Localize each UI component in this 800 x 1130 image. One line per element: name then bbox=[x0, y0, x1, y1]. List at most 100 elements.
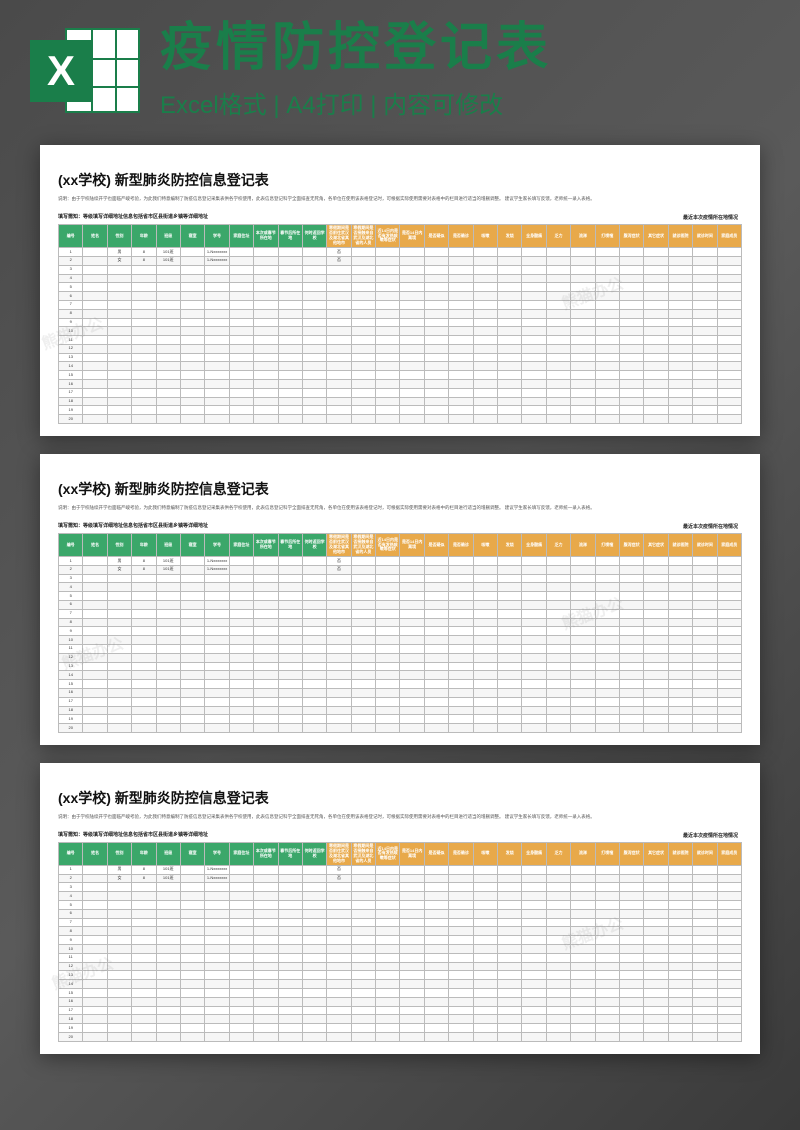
table-cell bbox=[424, 962, 448, 971]
table-cell bbox=[546, 874, 570, 883]
table-header: 是否疑似 bbox=[424, 224, 448, 247]
table-cell bbox=[132, 371, 156, 380]
table-cell bbox=[424, 248, 448, 257]
table-row: 20 bbox=[59, 1033, 742, 1042]
table-cell bbox=[107, 715, 131, 724]
table-cell bbox=[254, 724, 278, 733]
table-cell bbox=[156, 953, 180, 962]
table-cell bbox=[473, 557, 497, 566]
table-cell bbox=[449, 397, 473, 406]
table-row: 7 bbox=[59, 300, 742, 309]
table-cell bbox=[595, 344, 619, 353]
table-cell bbox=[327, 980, 351, 989]
table-header: 是否确诊 bbox=[449, 224, 473, 247]
table-row: 9 bbox=[59, 318, 742, 327]
table-cell bbox=[302, 283, 326, 292]
table-cell bbox=[717, 971, 741, 980]
table-cell bbox=[619, 309, 643, 318]
table-cell bbox=[254, 945, 278, 954]
table-cell bbox=[546, 1015, 570, 1024]
table-cell bbox=[571, 715, 595, 724]
table-cell: 101班 bbox=[156, 565, 180, 574]
table-cell bbox=[156, 388, 180, 397]
table-cell: 7 bbox=[59, 300, 83, 309]
table-cell bbox=[107, 600, 131, 609]
table-cell bbox=[400, 724, 424, 733]
table-cell bbox=[132, 327, 156, 336]
table-cell bbox=[400, 583, 424, 592]
table-cell bbox=[180, 644, 204, 653]
table-cell bbox=[278, 618, 302, 627]
table-cell bbox=[132, 1024, 156, 1033]
table-header: 家庭住址 bbox=[229, 533, 253, 556]
table-cell bbox=[522, 380, 546, 389]
table-cell bbox=[229, 680, 253, 689]
table-cell bbox=[693, 592, 717, 601]
table-cell bbox=[449, 627, 473, 636]
table-cell bbox=[107, 574, 131, 583]
table-cell bbox=[473, 909, 497, 918]
table-cell bbox=[668, 265, 692, 274]
table-cell bbox=[229, 274, 253, 283]
table-header: 学号 bbox=[205, 842, 229, 865]
table-cell bbox=[693, 1006, 717, 1015]
table-cell bbox=[449, 989, 473, 998]
table-cell bbox=[180, 909, 204, 918]
table-cell bbox=[473, 945, 497, 954]
table-cell bbox=[132, 309, 156, 318]
table-row: 6 bbox=[59, 292, 742, 301]
table-cell bbox=[546, 256, 570, 265]
table-cell bbox=[400, 1006, 424, 1015]
table-cell bbox=[717, 715, 741, 724]
table-cell bbox=[376, 309, 400, 318]
table-cell bbox=[571, 388, 595, 397]
table-cell bbox=[668, 636, 692, 645]
table-header: 全身酸痛 bbox=[522, 533, 546, 556]
table-cell bbox=[107, 909, 131, 918]
table-cell bbox=[327, 1015, 351, 1024]
table-row: 7 bbox=[59, 918, 742, 927]
table-cell bbox=[278, 353, 302, 362]
table-cell bbox=[83, 865, 107, 874]
table-cell: 101班 bbox=[156, 557, 180, 566]
table-cell bbox=[376, 256, 400, 265]
table-cell bbox=[546, 592, 570, 601]
table-cell bbox=[668, 680, 692, 689]
table-cell bbox=[619, 248, 643, 257]
table-cell bbox=[400, 256, 424, 265]
table-cell bbox=[546, 962, 570, 971]
table-cell bbox=[376, 274, 400, 283]
table-cell bbox=[571, 971, 595, 980]
table-cell bbox=[254, 892, 278, 901]
table-cell: 5 bbox=[59, 592, 83, 601]
table-cell bbox=[376, 1015, 400, 1024]
table-cell bbox=[205, 997, 229, 1006]
table-cell bbox=[424, 274, 448, 283]
table-cell bbox=[180, 636, 204, 645]
table-header: 发烧 bbox=[498, 224, 522, 247]
table-cell bbox=[693, 344, 717, 353]
table-cell: 19 bbox=[59, 1024, 83, 1033]
table-header: 何时返回学校 bbox=[302, 842, 326, 865]
table-cell bbox=[668, 1015, 692, 1024]
table-cell bbox=[180, 653, 204, 662]
table-cell bbox=[668, 406, 692, 415]
table-cell bbox=[644, 892, 668, 901]
table-cell bbox=[351, 688, 375, 697]
table-cell bbox=[254, 874, 278, 883]
table-cell bbox=[498, 380, 522, 389]
table-cell bbox=[278, 697, 302, 706]
table-cell bbox=[424, 662, 448, 671]
table-cell bbox=[376, 874, 400, 883]
table-cell bbox=[473, 248, 497, 257]
table-cell bbox=[229, 248, 253, 257]
table-cell bbox=[693, 397, 717, 406]
table-cell bbox=[107, 962, 131, 971]
table-cell bbox=[156, 600, 180, 609]
table-cell bbox=[156, 380, 180, 389]
table-cell bbox=[546, 706, 570, 715]
table-cell bbox=[595, 883, 619, 892]
table-cell bbox=[278, 724, 302, 733]
table-cell bbox=[351, 300, 375, 309]
table-cell bbox=[644, 380, 668, 389]
